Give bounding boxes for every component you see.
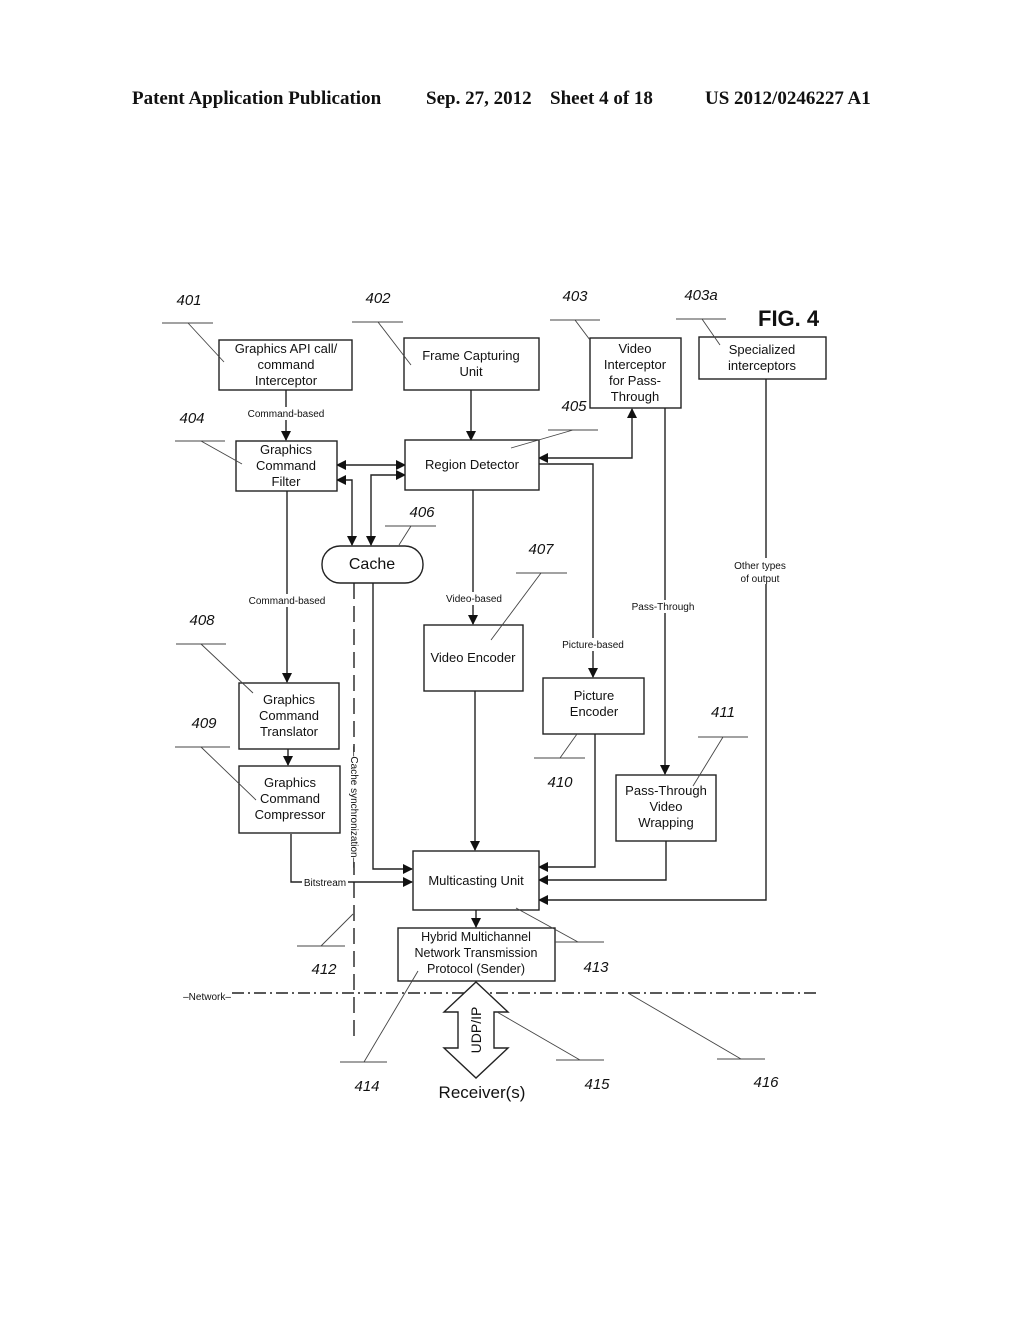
ref-401: 401 — [176, 292, 201, 309]
block-406: Cache — [321, 545, 424, 584]
arrow-405-403 — [538, 408, 637, 463]
block-401-line: command — [257, 357, 314, 372]
block-413: Multicasting Unit — [412, 850, 540, 911]
ref-403: 403 — [562, 288, 588, 305]
block-404-line: Graphics — [260, 442, 313, 457]
ref-402: 402 — [365, 290, 391, 307]
block-410-line: Picture — [574, 688, 614, 703]
block-409: Graphics Command Compressor — [238, 765, 341, 834]
block-404: Graphics Command Filter — [235, 440, 338, 492]
block-410: Picture Encoder — [542, 677, 645, 735]
ref-414: 414 — [354, 1078, 379, 1095]
ref-406: 406 — [409, 504, 435, 521]
label-udp-ip: UDP/IP — [468, 1007, 484, 1054]
label-picture-based: Picture-based — [562, 640, 624, 651]
block-411: Pass-Through Video Wrapping — [615, 774, 717, 842]
svg-text:Specializedinterceptors: Specialized interceptors — [728, 342, 796, 373]
block-403a-line: Specialized — [729, 342, 796, 357]
ref-404: 404 — [179, 410, 204, 427]
ref-411: 411 — [711, 704, 735, 721]
ref-403a: 403a — [684, 287, 717, 304]
ref-415: 415 — [584, 1076, 610, 1093]
block-414-line: Protocol (Sender) — [427, 962, 525, 976]
ref-416: 416 — [753, 1074, 779, 1091]
block-403-line: Through — [611, 389, 659, 404]
block-410-line: Encoder — [570, 704, 619, 719]
ref-409: 409 — [191, 715, 217, 732]
block-409-line: Graphics — [264, 775, 317, 790]
block-406-label: Cache — [349, 556, 395, 573]
figure-label: FIG. 4 — [758, 306, 820, 331]
label-other-types-line1: Other types — [734, 561, 786, 572]
block-409-line: Compressor — [255, 807, 326, 822]
block-401-line: Interceptor — [255, 373, 318, 388]
label-receivers: Receiver(s) — [439, 1083, 526, 1102]
block-405: Region Detector — [404, 439, 540, 491]
block-414-line: Network Transmission — [415, 946, 538, 960]
block-403a: Specialized interceptors — [698, 336, 827, 380]
label-other-types-line2: of output — [741, 574, 780, 585]
label-network: –Network– — [183, 992, 231, 1003]
block-408: Graphics Command Translator — [238, 682, 340, 750]
ref-408: 408 — [189, 612, 215, 629]
label-command-based-middle: Command-based — [249, 596, 326, 607]
block-404-line: Filter — [272, 474, 302, 489]
ref-413: 413 — [583, 959, 609, 976]
svg-text:GraphicsCommandCompressor: Graphics Command Compressor — [255, 775, 326, 822]
block-411-line: Pass-Through — [625, 783, 707, 798]
block-405-label: Region Detector — [425, 457, 520, 472]
arrow-405-cache — [366, 470, 406, 546]
ref-405: 405 — [561, 398, 587, 415]
label-cache-synchronization: —Cache synchronization— — [348, 746, 359, 867]
label-bitstream: Bitstream — [304, 878, 346, 889]
block-403: Video Interceptor for Pass-Through — [589, 337, 682, 409]
block-408-line: Graphics — [263, 692, 316, 707]
block-402-line: Frame Capturing — [422, 348, 520, 363]
block-404-line: Command — [256, 458, 316, 473]
label-pass-through: Pass-Through — [632, 602, 695, 613]
block-414: Hybrid Multichannel Network Transmission P… — [397, 927, 556, 982]
svg-text:PictureEncoder: Picture Encoder — [570, 688, 619, 719]
block-408-line: Command — [259, 708, 319, 723]
block-411-line: Video — [649, 799, 682, 814]
block-403-line: Video — [618, 341, 651, 356]
block-diagram: FIG. 4 Graphics API call/ command Interc… — [162, 287, 827, 1102]
block-403a-line: interceptors — [728, 358, 796, 373]
svg-text:GraphicsCommandTranslator: Graphics Command Translator — [259, 692, 319, 739]
arrow-410-to-413 — [538, 734, 596, 872]
block-413-label: Multicasting Unit — [428, 873, 524, 888]
block-402-line: Unit — [459, 364, 483, 379]
block-414-line: Hybrid Multichannel — [421, 930, 531, 944]
arrow-411-to-413 — [538, 841, 667, 885]
block-402: Frame Capturing Unit — [403, 337, 540, 391]
block-408-line: Translator — [260, 724, 319, 739]
block-403-line: for Pass- — [609, 373, 661, 388]
label-command-based-top: Command-based — [248, 409, 325, 420]
ref-407: 407 — [528, 541, 554, 558]
ref-412: 412 — [311, 961, 337, 978]
block-401: Graphics API call/command Interceptor — [218, 339, 353, 391]
ref-410: 410 — [547, 774, 573, 791]
block-403-line: Interceptor — [604, 357, 667, 372]
block-407-label: Video Encoder — [430, 650, 516, 665]
arrow-404-cache — [336, 475, 357, 546]
block-407: Video Encoder — [423, 624, 524, 692]
arrow-cache-to-413 — [372, 583, 413, 874]
label-video-based: Video-based — [446, 594, 502, 605]
svg-text:Hybrid MultichannelNetwork Tra: Hybrid Multichannel Network Transmission P… — [415, 930, 538, 976]
block-409-line: Command — [260, 791, 320, 806]
block-411-line: Wrapping — [638, 815, 693, 830]
block-401-line: Graphics API call/ — [235, 341, 338, 356]
